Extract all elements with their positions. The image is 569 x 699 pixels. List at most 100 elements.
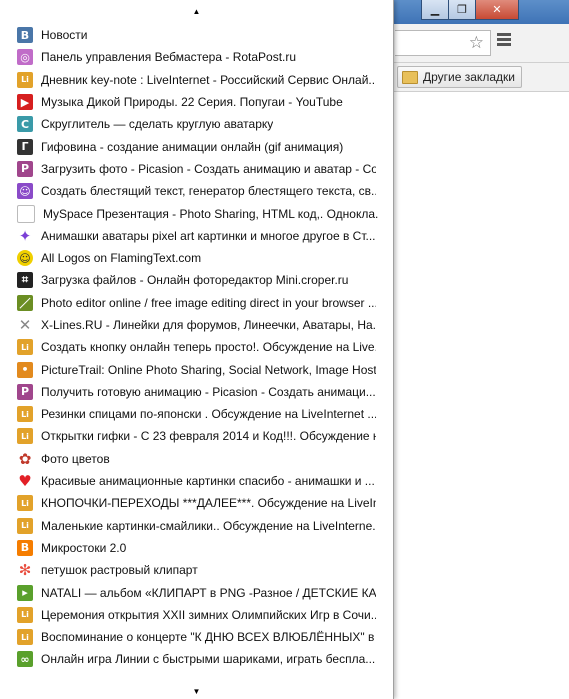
bookmark-label: Воспоминание о концерте "К ДНЮ ВСЕХ ВЛЮБ… (41, 630, 376, 645)
bookmark-label: PictureTrail: Online Photo Sharing, Soci… (41, 362, 376, 377)
picasion-icon: P (17, 383, 33, 400)
brush-icon: ／ (17, 294, 33, 311)
bookmark-item[interactable]: Li КНОПОЧКИ-ПЕРЕХОДЫ ***ДАЛЕЕ***. Обсужде… (0, 492, 393, 514)
bookmark-item[interactable]: Li Церемония открытия XXII зимних Олимпий… (0, 604, 393, 626)
picturetrail-icon: • (17, 361, 33, 378)
bookmark-item[interactable]: P Загрузить фото - Picasion - Создать ани… (0, 158, 393, 180)
bookmark-item[interactable]: ✿ Фото цветов (0, 448, 393, 470)
bookmark-item[interactable]: Li Резинки спицами по-японски . Обсуждени… (0, 403, 393, 425)
scroll-down-arrow-icon[interactable]: ▼ (0, 684, 393, 699)
bookmark-label: Микростоки 2.0 (41, 540, 127, 555)
bookmark-item[interactable]: ⌗ Загрузка файлов - Онлайн фоторедактор M… (0, 269, 393, 291)
bookmark-label: Создать блестящий текст, генератор блест… (41, 184, 376, 199)
xlines-icon: ✕ (18, 316, 32, 334)
flamingtext-icon: ☺ (17, 250, 33, 267)
liveinternet-icon: Li (17, 629, 33, 646)
bookmark-label: X-Lines.RU - Линейки для форумов, Линееч… (41, 318, 376, 332)
window-controls: ▁ ❐ ✕ (421, 0, 519, 20)
bookmark-label: Фото цветов (41, 451, 110, 466)
bookmark-label: Анимашки аватары pixel art картинки и мн… (41, 228, 376, 243)
bookmark-label: Резинки спицами по-японски . Обсуждение … (41, 407, 376, 422)
bookmark-label: Онлайн игра Линии с быстрыми шариками, и… (41, 652, 376, 667)
bookmark-label: Скруглитель — сделать круглую аватарку (41, 117, 274, 132)
bookmark-label: Загрузить фото - Picasion - Создать аним… (41, 161, 376, 176)
liveinternet-icon: Li (17, 406, 33, 423)
close-button[interactable]: ✕ (475, 0, 519, 20)
croper-icon: ⌗ (17, 272, 33, 289)
bookmark-label: Открытки гифки - С 23 февраля 2014 и Код… (41, 429, 376, 444)
bookmark-item[interactable]: • PictureTrail: Online Photo Sharing, Soc… (0, 358, 393, 380)
natali-icon: ▸ (17, 584, 33, 601)
bookmark-item[interactable]: Li Создать кнопку онлайн теперь просто!. … (0, 336, 393, 358)
gifovina-icon: Г (17, 138, 33, 155)
bookmark-item[interactable]: ✦ Анимашки аватары pixel art картинки и м… (0, 225, 393, 247)
bookmark-item[interactable]: ／ Photo editor online / free image editin… (0, 292, 393, 314)
bookmark-label: NATALI — альбом «КЛИПАРТ в PNG -Разное /… (41, 585, 376, 600)
blogger-icon: B (17, 539, 33, 556)
bookmark-label: MySpace Презентация - Photo Sharing, HTM… (43, 206, 378, 221)
bookmark-item[interactable]: C Скруглитель — сделать круглую аватарку (0, 113, 393, 135)
bookmark-label: Загрузка файлов - Онлайн фоторедактор Mi… (41, 273, 349, 288)
rotapost-icon: ◎ (17, 49, 33, 66)
bookmark-item[interactable]: ☺ All Logos on FlamingText.com (0, 247, 393, 269)
bookmark-label: Получить готовую анимацию - Picasion - С… (41, 384, 376, 399)
other-bookmarks-button[interactable]: Другие закладки (397, 66, 522, 88)
bookmark-item[interactable]: Г Гифовина - создание анимации онлайн (gi… (0, 135, 393, 157)
bookmark-item[interactable]: B Микростоки 2.0 (0, 537, 393, 559)
liveinternet-icon: Li (17, 339, 33, 356)
bookmark-item[interactable]: ✕ X-Lines.RU - Линейки для форумов, Линее… (0, 314, 393, 336)
pinwheel-icon: ✻ (18, 561, 32, 580)
bookmarks-dropdown: ▲ В Новости ◎ Панель управления Вебмастера … (0, 0, 394, 699)
bookmark-label: петушок растровый клипарт (41, 563, 198, 578)
liveinternet-icon: Li (17, 71, 33, 88)
bookmark-item[interactable]: ∞ Онлайн игра Линии с быстрыми шариками, … (0, 648, 393, 670)
bookmark-label: Красивые анимационные картинки спасибо -… (41, 474, 375, 489)
bookmark-label: КНОПОЧКИ-ПЕРЕХОДЫ ***ДАЛЕЕ***. Обсуждени… (41, 496, 376, 511)
address-bar[interactable]: ☆ (395, 30, 491, 56)
vk-icon: В (17, 27, 33, 44)
youtube-icon: ▶ (17, 94, 33, 111)
bookmark-label: Дневник key-note : LiveInternet - Россий… (41, 72, 376, 87)
liveinternet-icon: Li (17, 495, 33, 512)
bookmark-label: Photo editor online / free image editing… (41, 295, 376, 310)
liveinternet-icon: Li (17, 517, 33, 534)
liveinternet-icon: Li (17, 428, 33, 445)
bookmark-item[interactable]: ◎ Панель управления Вебмастера - RotaPost… (0, 46, 393, 68)
bookmark-item[interactable]: ☺ Создать блестящий текст, генератор блес… (0, 180, 393, 202)
bookmark-label: Создать кнопку онлайн теперь просто!. Об… (41, 340, 376, 355)
link-icon: ∞ (17, 651, 33, 668)
butterfly-icon: ✦ (18, 226, 32, 245)
minimize-button[interactable]: ▁ (421, 0, 449, 20)
bookmark-item[interactable]: Li Дневник key-note : LiveInternet - Росс… (0, 69, 393, 91)
restore-button[interactable]: ❐ (448, 0, 476, 20)
bookmark-item[interactable]: ▶ Музыка Дикой Природы. 22 Серия. Попугаи… (0, 91, 393, 113)
bookmark-item[interactable]: ♥ Красивые анимационные картинки спасибо … (0, 470, 393, 492)
bookmark-label: Панель управления Вебмастера - RotaPost.… (41, 50, 297, 65)
bookmark-item[interactable]: Li Открытки гифки - С 23 февраля 2014 и К… (0, 425, 393, 447)
scroll-up-arrow-icon[interactable]: ▲ (0, 4, 393, 20)
heart-icon: ♥ (18, 472, 32, 491)
bookmark-item[interactable]: В Новости (0, 24, 393, 46)
bookmark-item[interactable]: Li Маленькие картинки-смайлики.. Обсужден… (0, 515, 393, 537)
smiley-icon: ☺ (17, 183, 33, 200)
chrome-menu-icon[interactable] (497, 33, 511, 48)
round-avatar-icon: C (17, 116, 33, 133)
bookmark-item[interactable]: MySpace Презентация - Photo Sharing, HTM… (0, 202, 393, 224)
page-icon (17, 204, 35, 223)
bookmark-label: Церемония открытия XXII зимних Олимпийск… (41, 607, 376, 622)
bookmark-label: All Logos on FlamingText.com (41, 251, 202, 266)
bookmark-label: Музыка Дикой Природы. 22 Серия. Попугаи … (41, 95, 343, 110)
bookmark-label: Маленькие картинки-смайлики.. Обсуждение… (41, 518, 376, 533)
bookmark-star-icon[interactable]: ☆ (469, 33, 484, 53)
bookmark-item[interactable]: ▸ NATALI — альбом «КЛИПАРТ в PNG -Разное … (0, 581, 393, 603)
bookmark-item[interactable]: ✻ петушок растровый клипарт (0, 559, 393, 581)
folder-icon (402, 70, 418, 84)
flower-icon: ✿ (18, 449, 32, 468)
bookmarks-list: В Новости ◎ Панель управления Вебмастера - … (0, 24, 393, 671)
liveinternet-icon: Li (17, 606, 33, 623)
bookmark-item[interactable]: Li Воспоминание о концерте "К ДНЮ ВСЕХ ВЛ… (0, 626, 393, 648)
bookmark-label: Гифовина - создание анимации онлайн (gif… (41, 139, 344, 154)
bookmark-label: Новости (41, 28, 88, 43)
picasion-icon: P (17, 160, 33, 177)
bookmark-item[interactable]: P Получить готовую анимацию - Picasion - … (0, 381, 393, 403)
